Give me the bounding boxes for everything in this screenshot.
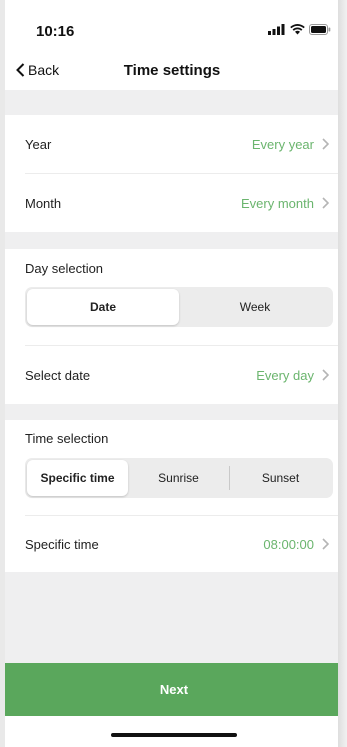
day-selection-label: Day selection: [25, 261, 104, 276]
navigation-bar: Back Time settings: [5, 52, 343, 90]
time-selection-segmented-control: Specific time Sunrise Sunset: [25, 458, 333, 498]
home-indicator[interactable]: [111, 733, 237, 737]
segment-week[interactable]: Week: [179, 289, 331, 325]
signal-icon: [268, 24, 285, 35]
segment-date[interactable]: Date: [27, 289, 179, 325]
month-label: Month: [25, 195, 62, 211]
recurrence-group: Year Every year Month Every month: [5, 115, 343, 232]
status-icons: [268, 24, 331, 35]
status-bar: 10:16: [5, 0, 343, 52]
specific-time-label: Specific time: [25, 536, 99, 552]
year-value: Every year: [251, 136, 314, 152]
status-time: 10:16: [36, 23, 75, 40]
select-date-row[interactable]: Select date Every day: [5, 346, 343, 404]
chevron-right-icon: [322, 538, 329, 550]
next-button[interactable]: Next: [5, 663, 343, 716]
month-row[interactable]: Month Every month: [5, 174, 343, 232]
day-selection-group: Day selection Date Week Select date Ever…: [5, 249, 343, 404]
select-date-label: Select date: [25, 367, 91, 383]
segment-specific-time[interactable]: Specific time: [27, 460, 128, 496]
specific-time-value: 08:00:00: [263, 536, 314, 552]
year-label: Year: [25, 136, 52, 152]
chevron-right-icon: [322, 138, 329, 150]
chevron-right-icon: [322, 369, 329, 381]
specific-time-row[interactable]: Specific time 08:00:00: [5, 516, 343, 572]
app-screen: 10:16 Back Time settings Year Every year…: [5, 0, 343, 747]
home-indicator-area: [5, 716, 343, 747]
battery-icon: [309, 24, 331, 35]
select-date-value: Every day: [256, 367, 314, 383]
segment-sunset[interactable]: Sunset: [230, 460, 331, 496]
month-value: Every month: [241, 195, 314, 211]
year-row[interactable]: Year Every year: [5, 115, 343, 173]
page-title: Time settings: [123, 62, 221, 79]
chevron-right-icon: [322, 197, 329, 209]
page-edge: [338, 0, 347, 747]
time-selection-label: Time selection: [25, 431, 109, 446]
segment-sunrise[interactable]: Sunrise: [128, 460, 229, 496]
time-selection-group: Time selection Specific time Sunrise Sun…: [5, 420, 343, 572]
day-selection-segmented-control: Date Week: [25, 287, 333, 327]
wifi-icon: [290, 24, 305, 35]
